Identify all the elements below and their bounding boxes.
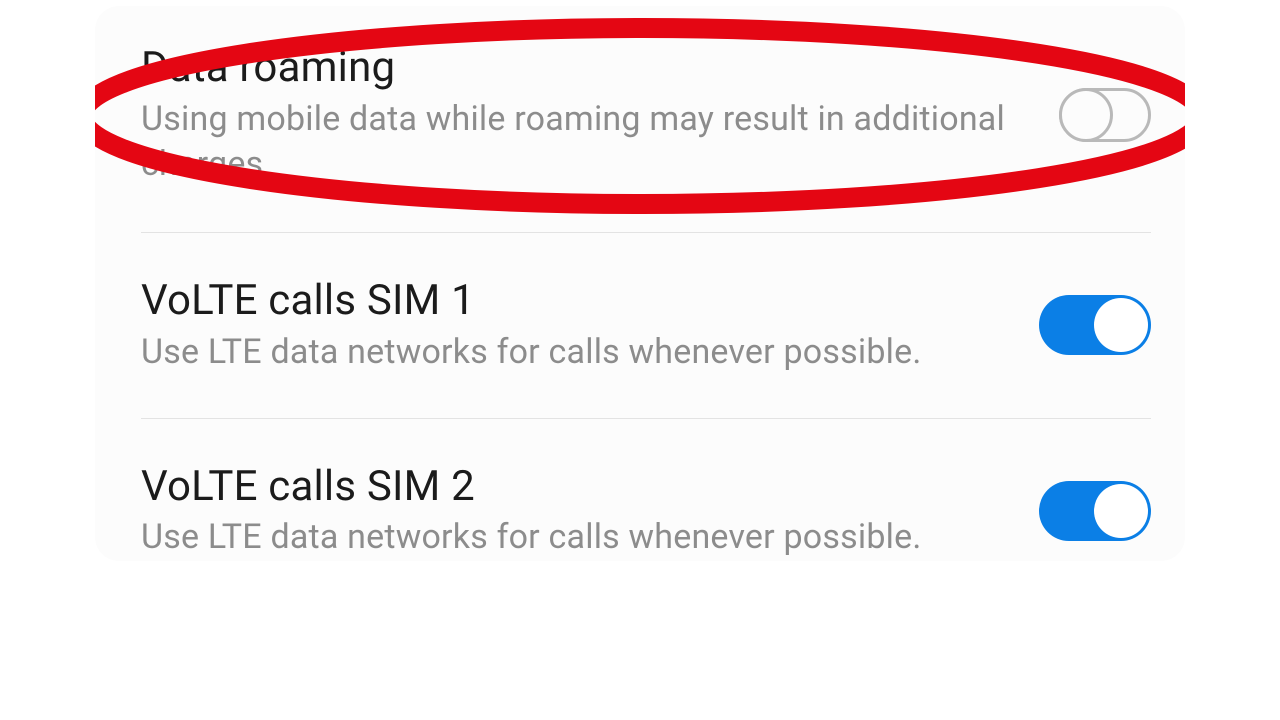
- toggle-knob: [1059, 88, 1113, 142]
- setting-text: Data roaming Using mobile data while roa…: [141, 42, 1059, 188]
- setting-title: Data roaming: [141, 42, 1035, 95]
- settings-card: Data roaming Using mobile data while roa…: [95, 6, 1185, 561]
- data-roaming-toggle[interactable]: [1059, 88, 1151, 142]
- setting-subtitle: Use LTE data networks for calls whenever…: [141, 330, 1015, 376]
- setting-subtitle: Use LTE data networks for calls whenever…: [141, 515, 1015, 561]
- setting-text: VoLTE calls SIM 2 Use LTE data networks …: [141, 461, 1039, 561]
- setting-title: VoLTE calls SIM 2: [141, 461, 1015, 514]
- setting-row-data-roaming[interactable]: Data roaming Using mobile data while roa…: [95, 6, 1185, 232]
- volte-sim1-toggle[interactable]: [1039, 295, 1151, 355]
- toggle-knob: [1094, 484, 1148, 538]
- setting-row-volte-sim1[interactable]: VoLTE calls SIM 1 Use LTE data networks …: [95, 233, 1185, 417]
- toggle-knob: [1094, 298, 1148, 352]
- volte-sim2-toggle[interactable]: [1039, 481, 1151, 541]
- setting-title: VoLTE calls SIM 1: [141, 275, 1015, 328]
- setting-subtitle: Using mobile data while roaming may resu…: [141, 97, 1035, 189]
- setting-row-volte-sim2[interactable]: VoLTE calls SIM 2 Use LTE data networks …: [95, 419, 1185, 561]
- setting-text: VoLTE calls SIM 1 Use LTE data networks …: [141, 275, 1039, 375]
